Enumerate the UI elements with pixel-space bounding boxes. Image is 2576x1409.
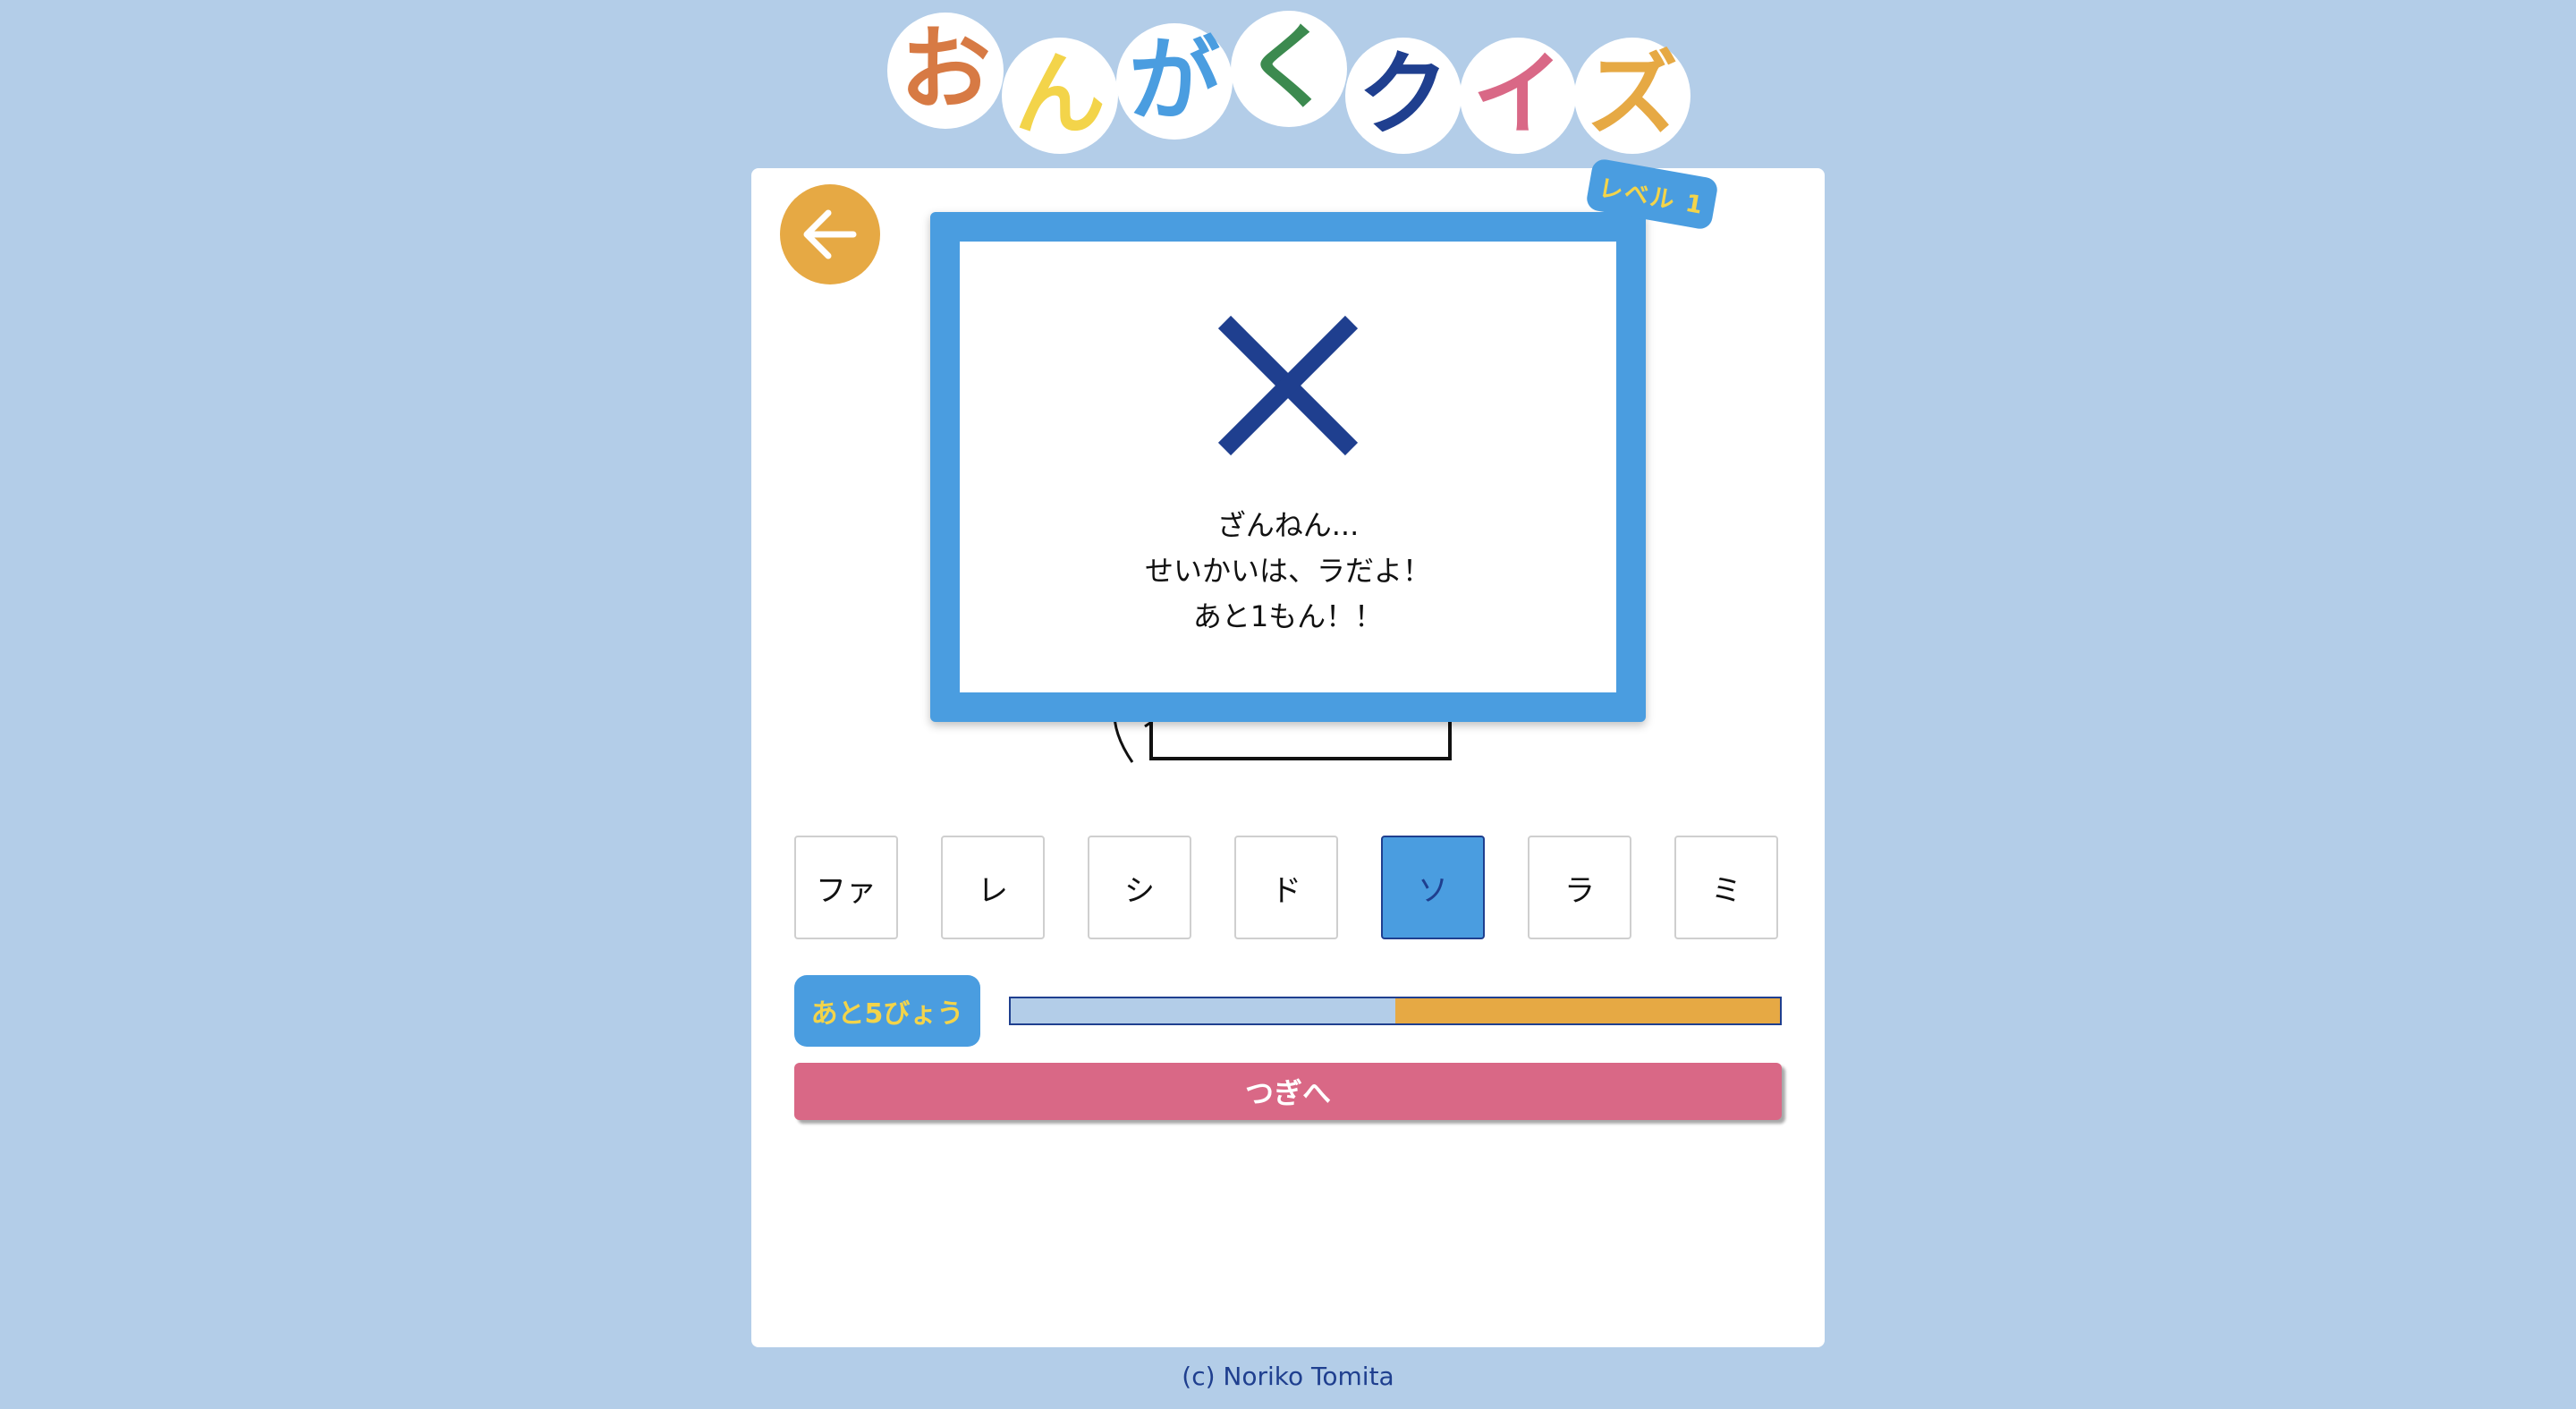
answer-box [1149, 717, 1452, 760]
note-button-shi[interactable]: シ [1088, 836, 1191, 939]
title-letter-zu: ズ [1574, 38, 1690, 154]
title-letter-ku: く [1231, 11, 1347, 127]
title-letter-n: ん [1002, 38, 1118, 154]
note-button-so[interactable]: ソ [1381, 836, 1485, 939]
title-letter-ku-katakana: ク [1345, 38, 1462, 154]
arrow-left-icon [803, 209, 857, 259]
result-line-2: せいかいは、ラだよ！ [1144, 554, 1431, 588]
result-popup: ざんねん... せいかいは、ラだよ！ あと1もん！！ [930, 212, 1646, 722]
title-letter-o: お [887, 13, 1004, 129]
timer-elapsed-fill [1011, 998, 1395, 1023]
copyright-footer: (c) Noriko Tomita [1182, 1362, 1394, 1391]
title-letter-i: イ [1460, 38, 1576, 154]
title-letter-ga: が [1116, 23, 1233, 140]
next-button[interactable]: つぎへ [794, 1063, 1782, 1120]
note-button-mi[interactable]: ミ [1674, 836, 1778, 939]
result-popup-content: ざんねん... せいかいは、ラだよ！ あと1もん！！ [960, 242, 1616, 692]
app-root: お ん が く ク イ ズ レベル 1 ざんねん... せいかいは、ラだよ！ あ… [0, 0, 2576, 1409]
timer-label: あと5びょう [794, 975, 980, 1047]
back-button[interactable] [780, 184, 880, 284]
x-mark-icon [1217, 315, 1359, 456]
note-button-ra[interactable]: ラ [1528, 836, 1631, 939]
timer-progress-bar [1009, 997, 1782, 1025]
result-line-1: ざんねん... [1216, 508, 1360, 542]
result-line-3: あと1もん！！ [1192, 599, 1384, 633]
note-button-fa[interactable]: ファ [794, 836, 898, 939]
note-button-do[interactable]: ド [1234, 836, 1338, 939]
result-message: ざんねん... せいかいは、ラだよ！ あと1もん！！ [960, 503, 1616, 640]
note-button-re[interactable]: レ [941, 836, 1045, 939]
